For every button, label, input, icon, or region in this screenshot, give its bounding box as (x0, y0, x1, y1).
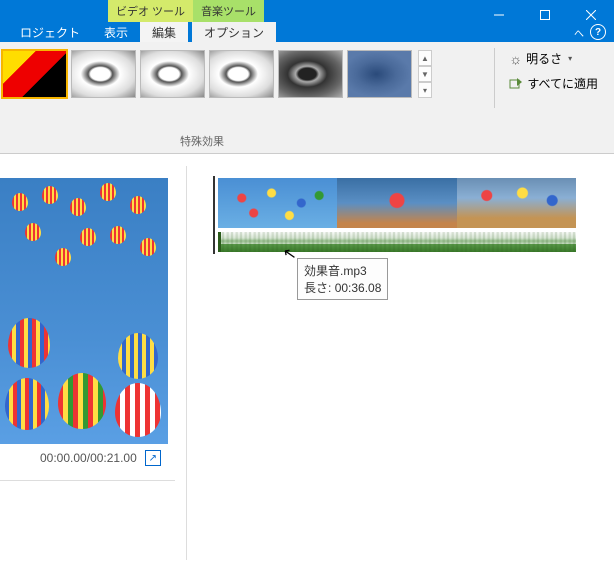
ribbon-tab-edit[interactable]: 編集 (140, 22, 188, 43)
effect-thumb-6[interactable] (347, 50, 412, 98)
tool-tab-video[interactable]: ビデオ ツール (108, 0, 193, 22)
titlebar: ビデオ ツール 音楽ツール ロジェクト 表示 編集 オプション へ ? (0, 0, 614, 42)
close-button[interactable] (568, 0, 614, 30)
apply-all-icon (509, 77, 523, 91)
effect-thumb-2[interactable] (71, 50, 136, 98)
ribbon-tab-option[interactable]: オプション (192, 22, 276, 43)
preview-pane: 00:00.00/00:21.00 ↗ (0, 154, 186, 580)
effects-expand[interactable]: ▾ (418, 82, 432, 98)
workspace: 00:00.00/00:21.00 ↗ ↖ 効果音.mp3 長さ: 00:36.… (0, 154, 614, 580)
timeline-pane: ↖ 効果音.mp3 長さ: 00:36.08 (186, 154, 614, 580)
ribbon-group-label: 特殊効果 (180, 133, 224, 149)
effect-thumb-5[interactable] (278, 50, 343, 98)
preview-video[interactable] (0, 178, 168, 444)
brightness-button[interactable]: ☼ 明るさ ▾ (505, 48, 602, 69)
tool-tab-music[interactable]: 音楽ツール (193, 0, 264, 22)
clip-frame (218, 178, 337, 228)
effect-thumb-4[interactable] (209, 50, 274, 98)
ribbon-panel: ▲ ▼ ▾ ☼ 明るさ ▾ すべてに適用 特殊効果 (0, 42, 614, 154)
audio-waveform (221, 232, 576, 252)
effects-scroll-down[interactable]: ▼ (418, 66, 432, 82)
fullscreen-button[interactable]: ↗ (145, 450, 161, 466)
effect-thumb-3[interactable] (140, 50, 205, 98)
brightness-icon: ☼ (509, 51, 522, 67)
apply-all-button[interactable]: すべてに適用 (505, 73, 602, 94)
video-clip-strip[interactable] (218, 178, 576, 228)
ribbon-tab-view[interactable]: 表示 (92, 22, 140, 43)
tooltip-filename: 効果音.mp3 (304, 262, 381, 279)
playhead-marker[interactable] (213, 176, 215, 254)
audio-tooltip: 効果音.mp3 長さ: 00:36.08 (297, 258, 388, 300)
brightness-label: 明るさ (526, 50, 562, 67)
audio-track[interactable]: ↖ 効果音.mp3 長さ: 00:36.08 (218, 232, 576, 252)
clip-frame (337, 178, 456, 228)
time-display: 00:00.00/00:21.00 (40, 451, 137, 465)
divider-line (0, 480, 175, 481)
effects-scroll-up[interactable]: ▲ (418, 50, 432, 66)
minimize-button[interactable] (476, 0, 522, 30)
effect-thumb-1[interactable] (2, 50, 67, 98)
apply-all-label: すべてに適用 (527, 75, 598, 92)
tooltip-duration: 長さ: 00:36.08 (304, 279, 381, 296)
ribbon-tab-project[interactable]: ロジェクト (8, 22, 92, 43)
clip-frame (457, 178, 576, 228)
chevron-down-icon: ▾ (568, 54, 572, 63)
maximize-button[interactable] (522, 0, 568, 30)
